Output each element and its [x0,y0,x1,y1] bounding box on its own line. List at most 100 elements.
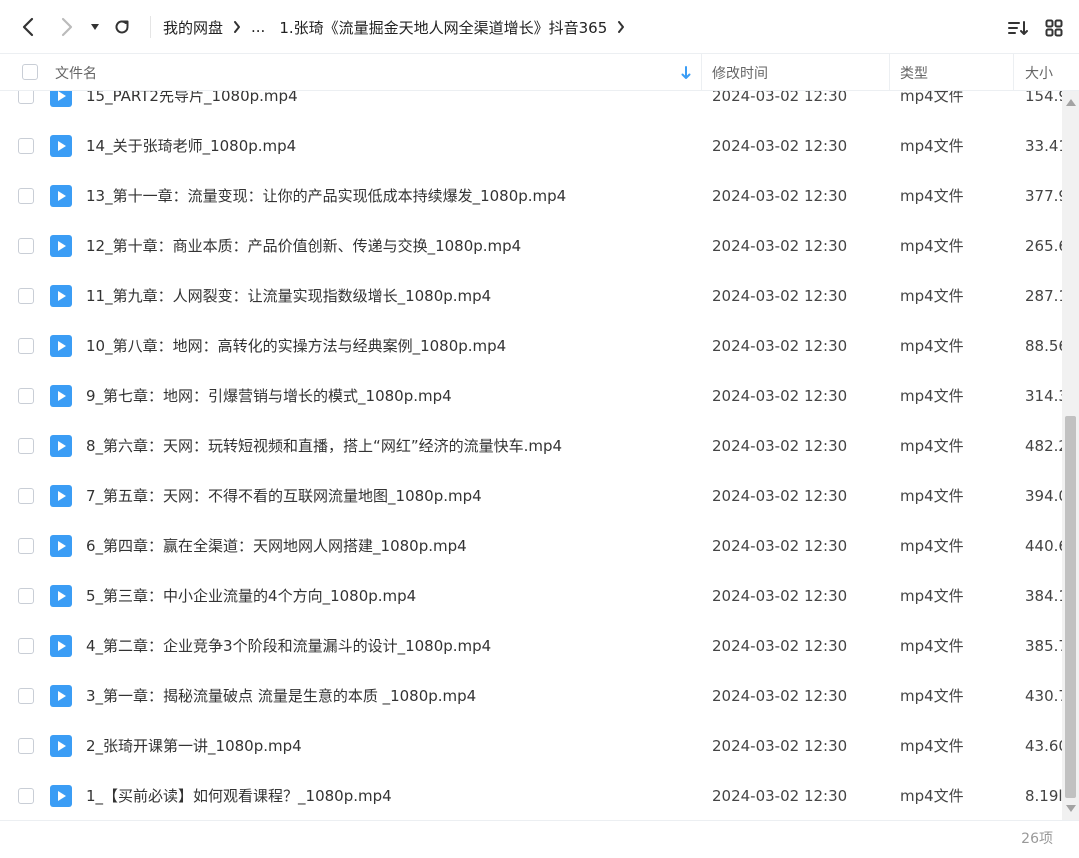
file-row[interactable]: 2_张琦开课第一讲_1080p.mp4 2024-03-02 12:30 mp4文件… [0,721,1062,771]
file-row[interactable]: 3_第一章：揭秘流量破点 流量是生意的本质 _1080p.mp4 2024-03-… [0,671,1062,721]
file-modified: 2024-03-02 12:30 [712,187,848,205]
video-file-icon [50,385,72,407]
refresh-icon [115,20,129,34]
row-checkbox[interactable] [18,188,34,204]
column-divider[interactable] [1013,54,1014,91]
scrollbar-thumb[interactable] [1065,416,1076,798]
row-checkbox[interactable] [18,338,34,354]
file-modified: 2024-03-02 12:30 [712,787,848,805]
chevron-left-icon [22,17,34,37]
file-row[interactable]: 8_第六章：天网：玩转短视频和直播，搭上“网红”经济的流量快车.mp4 2024-… [0,421,1062,471]
breadcrumb-root[interactable]: 我的网盘 [163,17,223,38]
file-type: mp4文件 [900,687,964,705]
file-name[interactable]: 3_第一章：揭秘流量破点 流量是生意的本质 _1080p.mp4 [86,671,686,721]
status-bar: 26项 [0,820,1079,857]
file-name[interactable]: 8_第六章：天网：玩转短视频和直播，搭上“网红”经济的流量快车.mp4 [86,421,686,471]
file-row[interactable]: 1_【买前必读】如何观看课程？_1080p.mp4 2024-03-02 12:3… [0,771,1062,820]
file-row[interactable]: 6_第四章：赢在全渠道：天网地网人网搭建_1080p.mp4 2024-03-02… [0,521,1062,571]
file-name[interactable]: 10_第八章：地网：高转化的实操方法与经典案例_1080p.mp4 [86,321,686,371]
column-divider[interactable] [889,54,890,91]
row-checkbox[interactable] [18,288,34,304]
file-type: mp4文件 [900,187,964,205]
vertical-scrollbar[interactable] [1062,91,1079,820]
row-checkbox[interactable] [18,538,34,554]
column-type[interactable]: 类型 [900,54,1005,91]
breadcrumb-ellipsis[interactable]: ... [251,18,265,36]
file-name[interactable]: 9_第七章：地网：引爆营销与增长的模式_1080p.mp4 [86,371,686,421]
item-count: 26项 [1021,831,1053,847]
file-name[interactable]: 11_第九章：人网裂变：让流量实现指数级增长_1080p.mp4 [86,271,686,321]
file-name[interactable]: 14_关于张琦老师_1080p.mp4 [86,121,686,171]
scroll-down-icon[interactable] [1066,805,1076,812]
breadcrumb-chevron-icon[interactable] [617,21,625,33]
file-size: 394.0 [1025,487,1062,505]
file-row[interactable]: 10_第八章：地网：高转化的实操方法与经典案例_1080p.mp4 2024-03… [0,321,1062,371]
file-row[interactable]: 13_第十一章：流量变现：让你的产品实现低成本持续爆发_1080p.mp4 202… [0,171,1062,221]
back-button[interactable] [16,15,40,39]
column-divider[interactable] [701,54,702,91]
row-checkbox[interactable] [18,588,34,604]
column-modified[interactable]: 修改时间 [712,54,882,91]
file-modified: 2024-03-02 12:30 [712,637,848,655]
file-size: 482.2 [1025,437,1062,455]
file-modified: 2024-03-02 12:30 [712,137,848,155]
breadcrumb-chevron-icon [233,21,241,33]
file-size: 154.9 [1025,91,1062,105]
row-checkbox[interactable] [18,138,34,154]
scroll-up-icon[interactable] [1066,99,1076,106]
file-row[interactable]: 7_第五章：天网：不得不看的互联网流量地图_1080p.mp4 2024-03-0… [0,471,1062,521]
file-name[interactable]: 7_第五章：天网：不得不看的互联网流量地图_1080p.mp4 [86,471,686,521]
arrow-down-icon [681,65,691,79]
grid-view-button[interactable] [1042,16,1066,40]
file-list[interactable]: 15_PART2先导片_1080p.mp4 2024-03-02 12:30 mp4… [0,91,1062,820]
file-size: 314.3 [1025,387,1062,405]
column-size[interactable]: 大小 [1025,54,1079,91]
file-row[interactable]: 14_关于张琦老师_1080p.mp4 2024-03-02 12:30 mp4文件… [0,121,1062,171]
row-checkbox[interactable] [18,688,34,704]
history-dropdown-button[interactable] [85,15,105,39]
row-checkbox[interactable] [18,438,34,454]
forward-button[interactable] [55,15,79,39]
column-header: 文件名 修改时间 类型 大小 [0,54,1079,91]
video-file-icon [50,335,72,357]
file-name[interactable]: 13_第十一章：流量变现：让你的产品实现低成本持续爆发_1080p.mp4 [86,171,686,221]
file-row[interactable]: 11_第九章：人网裂变：让流量实现指数级增长_1080p.mp4 2024-03-… [0,271,1062,321]
file-row[interactable]: 12_第十章：商业本质：产品价值创新、传递与交换_1080p.mp4 2024-0… [0,221,1062,271]
file-name[interactable]: 1_【买前必读】如何观看课程？_1080p.mp4 [86,771,686,820]
toolbar: 我的网盘 ... 1.张琦《流量掘金天地人网全渠道增长》抖音365 [0,0,1079,54]
column-name[interactable]: 文件名 [55,54,675,91]
file-row[interactable]: 5_第三章：中小企业流量的4个方向_1080p.mp4 2024-03-02 12… [0,571,1062,621]
row-checkbox[interactable] [18,91,34,104]
file-size: 430.7 [1025,687,1062,705]
file-name[interactable]: 15_PART2先导片_1080p.mp4 [86,91,686,121]
row-checkbox[interactable] [18,388,34,404]
file-name[interactable]: 4_第二章：企业竞争3个阶段和流量漏斗的设计_1080p.mp4 [86,621,686,671]
video-file-icon [50,285,72,307]
select-all-checkbox[interactable] [22,64,38,80]
file-type: mp4文件 [900,487,964,505]
row-checkbox[interactable] [18,238,34,254]
refresh-button[interactable] [110,15,134,39]
file-size: 440.6 [1025,537,1062,555]
file-type: mp4文件 [900,587,964,605]
file-name[interactable]: 12_第十章：商业本质：产品价值创新、传递与交换_1080p.mp4 [86,221,686,271]
row-checkbox[interactable] [18,788,34,804]
row-checkbox[interactable] [18,488,34,504]
file-type: mp4文件 [900,437,964,455]
row-checkbox[interactable] [18,738,34,754]
file-modified: 2024-03-02 12:30 [712,287,848,305]
sort-button[interactable] [1006,16,1030,40]
sort-indicator[interactable] [681,54,697,91]
video-file-icon [50,435,72,457]
file-row[interactable]: 9_第七章：地网：引爆营销与增长的模式_1080p.mp4 2024-03-02 … [0,371,1062,421]
file-name[interactable]: 2_张琦开课第一讲_1080p.mp4 [86,721,686,771]
file-name[interactable]: 5_第三章：中小企业流量的4个方向_1080p.mp4 [86,571,686,621]
video-file-icon [50,185,72,207]
file-row[interactable]: 4_第二章：企业竞争3个阶段和流量漏斗的设计_1080p.mp4 2024-03-… [0,621,1062,671]
breadcrumb-current[interactable]: 1.张琦《流量掘金天地人网全渠道增长》抖音365 [279,17,607,38]
file-size: 287.1 [1025,287,1062,305]
file-modified: 2024-03-02 12:30 [712,337,848,355]
file-row[interactable]: 15_PART2先导片_1080p.mp4 2024-03-02 12:30 mp4… [0,91,1062,121]
file-name[interactable]: 6_第四章：赢在全渠道：天网地网人网搭建_1080p.mp4 [86,521,686,571]
row-checkbox[interactable] [18,638,34,654]
